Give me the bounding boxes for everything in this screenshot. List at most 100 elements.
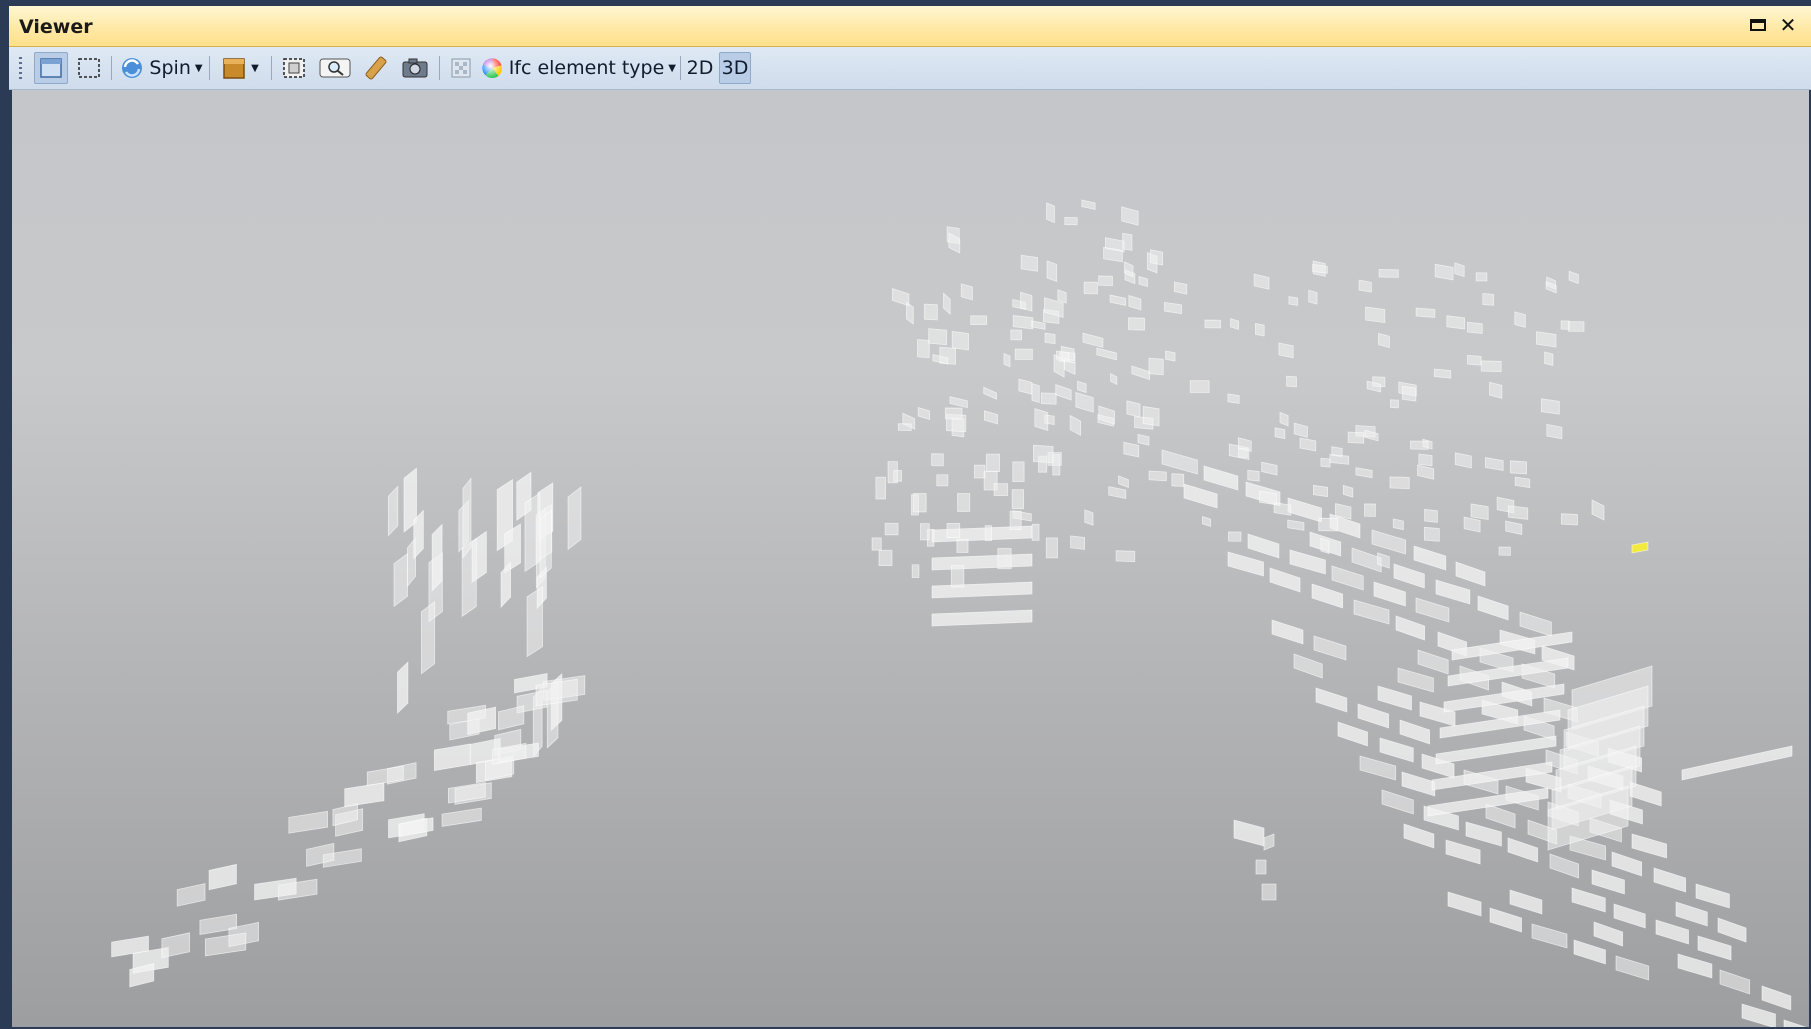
window-panel[interactable] [1591,499,1605,521]
window-panel[interactable] [973,464,986,479]
window-panel[interactable] [1485,803,1516,829]
section-box-dropdown[interactable]: ▼ [215,52,265,84]
window-panel[interactable] [1012,461,1025,482]
window-panel[interactable] [1299,437,1317,452]
window-panel[interactable] [943,292,951,315]
color-mode-dropdown[interactable]: Ifc element type ▼ [481,52,676,84]
window-panel[interactable] [1255,859,1267,875]
window-panel[interactable] [1261,883,1277,901]
window-panel[interactable] [993,483,1009,496]
window-panel[interactable] [1287,519,1305,531]
window-panel[interactable] [920,523,930,541]
window-panel[interactable] [1003,352,1011,368]
window-panel[interactable] [1455,561,1486,587]
window-panel[interactable] [1098,275,1113,286]
window-panel[interactable] [1397,667,1434,693]
window-panel[interactable] [1379,737,1414,763]
window-panel[interactable] [1203,465,1239,491]
window-panel[interactable] [1613,903,1646,929]
window-panel[interactable] [1591,869,1625,895]
window-panel[interactable] [931,581,1033,599]
window-panel[interactable] [1329,453,1350,465]
3d-viewport[interactable] [12,90,1809,1027]
window-panel[interactable] [1783,1019,1809,1027]
window-panel[interactable] [1288,296,1299,306]
window-panel[interactable] [1695,883,1730,909]
window-panel[interactable] [1717,917,1747,943]
window-panel[interactable] [912,493,927,513]
window-panel[interactable] [1355,467,1373,479]
window-panel[interactable] [1593,921,1624,947]
window-panel[interactable] [462,477,472,559]
window-panel[interactable] [1173,281,1188,295]
window-panel[interactable] [1677,953,1713,979]
window-panel[interactable] [1287,497,1322,523]
window-panel[interactable] [1681,745,1793,781]
window-panel[interactable] [1165,350,1176,362]
window-panel[interactable] [1498,546,1511,556]
window-panel[interactable] [1081,199,1096,210]
window-panel[interactable] [1055,384,1072,401]
window-panel[interactable] [984,410,999,425]
window-panel[interactable] [1057,289,1067,304]
window-panel[interactable] [1012,315,1034,330]
window-panel[interactable] [1484,457,1504,472]
window-panel[interactable] [1046,202,1055,224]
window-panel[interactable] [1489,381,1503,399]
restore-window-icon[interactable] [1747,14,1769,36]
window-panel[interactable] [1148,357,1164,376]
window-panel[interactable] [1083,281,1098,295]
window-panel[interactable] [1289,549,1326,575]
window-panel[interactable] [1381,789,1414,815]
window-panel[interactable] [1509,889,1543,915]
window-panel[interactable] [1482,293,1495,306]
window-panel[interactable] [944,407,963,420]
window-panel[interactable] [1189,380,1210,393]
window-panel[interactable] [1463,516,1481,533]
window-panel[interactable] [1312,263,1328,274]
window-panel[interactable] [1573,939,1606,965]
window-panel[interactable] [1373,581,1406,607]
window-panel[interactable] [1480,360,1502,373]
window-panel[interactable] [1274,427,1286,440]
window-panel[interactable] [1342,484,1354,498]
window-panel[interactable] [1403,823,1435,849]
window-panel[interactable] [931,609,1033,627]
window-panel[interactable] [1018,378,1033,395]
window-panel[interactable] [970,315,988,326]
window-panel[interactable] [1567,321,1585,332]
window-panel[interactable] [500,561,511,609]
window-panel[interactable] [1358,279,1372,293]
window-panel[interactable] [917,339,930,359]
window-panel[interactable] [1318,517,1339,532]
window-panel[interactable] [917,406,930,420]
window-panel[interactable] [1033,444,1054,464]
window-panel[interactable] [1467,321,1483,334]
window-panel[interactable] [1536,331,1557,348]
window-panel[interactable] [433,743,471,772]
window-panel[interactable] [1697,935,1732,961]
window-panel[interactable] [567,486,582,551]
window-panel[interactable] [1075,391,1094,413]
view-3d-button[interactable]: 3D [719,52,751,84]
window-panel[interactable] [526,586,543,658]
window-panel[interactable] [1417,464,1435,480]
window-panel[interactable] [1410,440,1429,450]
window-panel[interactable] [1064,216,1078,226]
window-panel[interactable] [984,525,992,542]
window-panel[interactable] [1115,550,1136,563]
window-panel[interactable] [1447,891,1482,917]
window-panel[interactable] [1040,392,1057,405]
window-panel[interactable] [1719,969,1751,995]
window-panel[interactable] [1560,320,1570,330]
window-panel[interactable] [1253,273,1270,290]
window-panel[interactable] [1031,382,1040,404]
window-panel[interactable] [956,538,969,553]
transparency-button[interactable] [445,52,477,84]
window-panel[interactable] [1096,347,1117,361]
window-panel[interactable] [1544,351,1554,366]
window-panel[interactable] [1131,365,1151,381]
window-panel[interactable] [393,552,408,608]
window-panel[interactable] [1138,275,1148,288]
window-panel[interactable] [1413,545,1447,571]
